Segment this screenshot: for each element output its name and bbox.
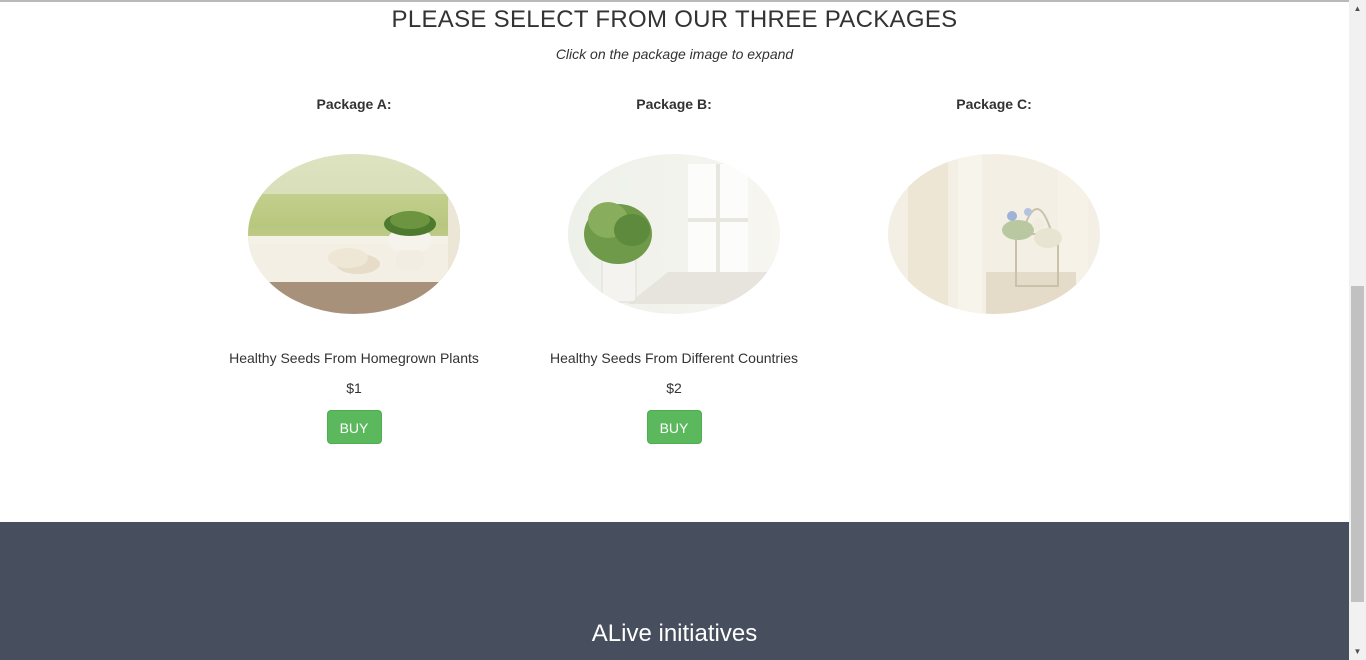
package-a-card: Package A: Healthy Seeds From Homegrown …	[194, 96, 514, 444]
potted-fern-photo	[568, 154, 780, 314]
package-c-image[interactable]	[888, 154, 1100, 314]
footer-title: ALive initiatives	[591, 620, 758, 647]
package-b-image[interactable]	[568, 154, 780, 314]
package-description: Healthy Seeds From Different Countries	[550, 350, 798, 366]
buy-button-package-a[interactable]: BUY	[326, 410, 382, 444]
flower-basket-photo	[888, 154, 1100, 314]
package-title: Package C:	[956, 96, 1032, 112]
package-description: Healthy Seeds From Homegrown Plants	[229, 350, 479, 366]
package-b-card: Package B: Healthy Seeds From Different …	[514, 96, 834, 444]
package-a-image[interactable]	[248, 154, 460, 314]
scroll-down-arrow-icon[interactable]: ▼	[1349, 643, 1366, 660]
package-title: Package A:	[316, 96, 392, 112]
package-price: $1	[346, 380, 362, 396]
section-subheading: Click on the package image to expand	[555, 46, 794, 62]
package-price: $2	[666, 380, 682, 396]
section-heading: PLEASE SELECT FROM OUR THREE PACKAGES	[391, 6, 958, 33]
package-title: Package B:	[636, 96, 712, 112]
scrollbar-thumb[interactable]	[1351, 286, 1364, 602]
package-c-card: Package C:	[834, 96, 1154, 314]
top-divider	[0, 0, 1349, 2]
footer: ALive initiatives	[0, 522, 1349, 660]
page: PLEASE SELECT FROM OUR THREE PACKAGES Cl…	[0, 0, 1349, 660]
buy-button-package-b[interactable]: BUY	[646, 410, 702, 444]
scroll-up-arrow-icon[interactable]: ▲	[1349, 0, 1366, 17]
vertical-scrollbar[interactable]: ▲ ▼	[1349, 0, 1366, 660]
plant-on-windowsill-photo	[248, 154, 460, 314]
